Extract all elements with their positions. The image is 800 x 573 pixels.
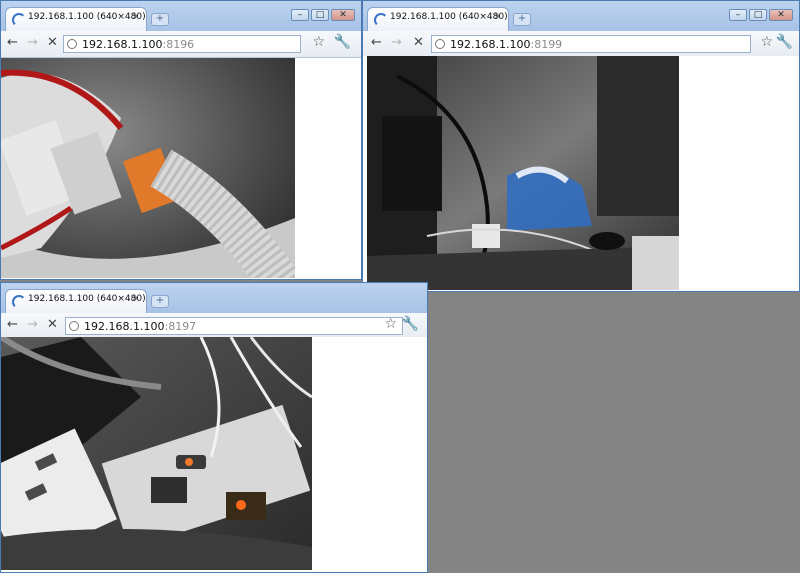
page-content [1,337,427,572]
browser-toolbar: ← → ✕ 192.168.1.100:8199 ☆ 🔧 [363,31,799,58]
close-icon[interactable]: ✕ [331,9,355,21]
address-bar[interactable]: 192.168.1.100:8197 [65,317,403,335]
tab-title: 192.168.1.100 (640×480) [28,294,146,304]
browser-window-8197[interactable]: 192.168.1.100 (640×480) × + ← → ✕ 192.16… [0,282,428,573]
maximize-icon[interactable]: □ [749,9,767,21]
back-arrow-icon[interactable]: ← [7,36,18,50]
loading-spinner-icon [12,13,26,27]
wrench-icon[interactable]: 🔧 [402,317,419,331]
stop-icon[interactable]: ✕ [413,36,424,50]
globe-icon [435,39,445,49]
browser-window-8196[interactable]: 192.168.1.100 (640×480) × + – □ ✕ ← → ✕ 19… [0,0,362,280]
camera-feed-image [367,56,679,290]
url-text: 192.168.1.100:8199 [450,38,563,51]
address-bar[interactable]: 192.168.1.100:8196 [63,35,301,53]
maximize-icon[interactable]: □ [311,9,329,21]
browser-tab[interactable]: 192.168.1.100 (640×480) × [5,7,147,31]
star-icon[interactable]: ☆ [384,317,397,331]
globe-icon [69,321,79,331]
close-icon[interactable]: ✕ [769,9,793,21]
window-controls: – □ ✕ [289,2,355,21]
globe-icon [67,39,77,49]
url-text: 192.168.1.100:8196 [82,38,195,51]
forward-arrow-icon[interactable]: → [391,36,402,50]
new-tab-button[interactable]: + [513,13,531,26]
page-content [1,58,361,279]
tab-title: 192.168.1.100 (640×480) [28,12,146,22]
wrench-icon[interactable]: 🔧 [334,35,351,49]
tab-close-icon[interactable]: × [132,11,140,22]
camera-feed-image [1,337,312,570]
tab-close-icon[interactable]: × [494,11,502,22]
browser-toolbar: ← → ✕ 192.168.1.100:8196 ☆ 🔧 [1,31,361,58]
star-icon[interactable]: ☆ [312,35,325,49]
forward-arrow-icon[interactable]: → [27,318,38,332]
loading-spinner-icon [374,13,388,27]
browser-toolbar: ← → ✕ 192.168.1.100:8197 ☆ 🔧 [1,313,427,340]
new-tab-button[interactable]: + [151,13,169,26]
camera-feed-image [1,58,295,278]
wrench-icon[interactable]: 🔧 [776,35,793,49]
back-arrow-icon[interactable]: ← [7,318,18,332]
tab-close-icon[interactable]: × [132,293,140,304]
address-bar[interactable]: 192.168.1.100:8199 [431,35,751,53]
star-icon[interactable]: ☆ [760,35,773,49]
minimize-icon[interactable]: – [291,9,309,21]
minimize-icon[interactable]: – [729,9,747,21]
window-frame[interactable]: 192.168.1.100 (640×480) × + – □ ✕ [1,1,361,31]
loading-spinner-icon [12,295,26,309]
browser-tab[interactable]: 192.168.1.100 (640×480) × [5,289,147,313]
window-frame[interactable]: 192.168.1.100 (640×480) × + – □ ✕ [363,1,799,31]
forward-arrow-icon[interactable]: → [27,36,38,50]
stop-icon[interactable]: ✕ [47,318,58,332]
back-arrow-icon[interactable]: ← [371,36,382,50]
page-content [363,56,799,291]
browser-tab[interactable]: 192.168.1.100 (640×480) × [367,7,509,31]
browser-window-8199[interactable]: 192.168.1.100 (640×480) × + – □ ✕ ← → ✕ 19… [362,0,800,292]
tab-title: 192.168.1.100 (640×480) [390,12,508,22]
url-text: 192.168.1.100:8197 [84,320,197,333]
window-frame[interactable]: 192.168.1.100 (640×480) × + [1,283,427,313]
stop-icon[interactable]: ✕ [47,36,58,50]
new-tab-button[interactable]: + [151,295,169,308]
window-controls: – □ ✕ [727,2,793,21]
